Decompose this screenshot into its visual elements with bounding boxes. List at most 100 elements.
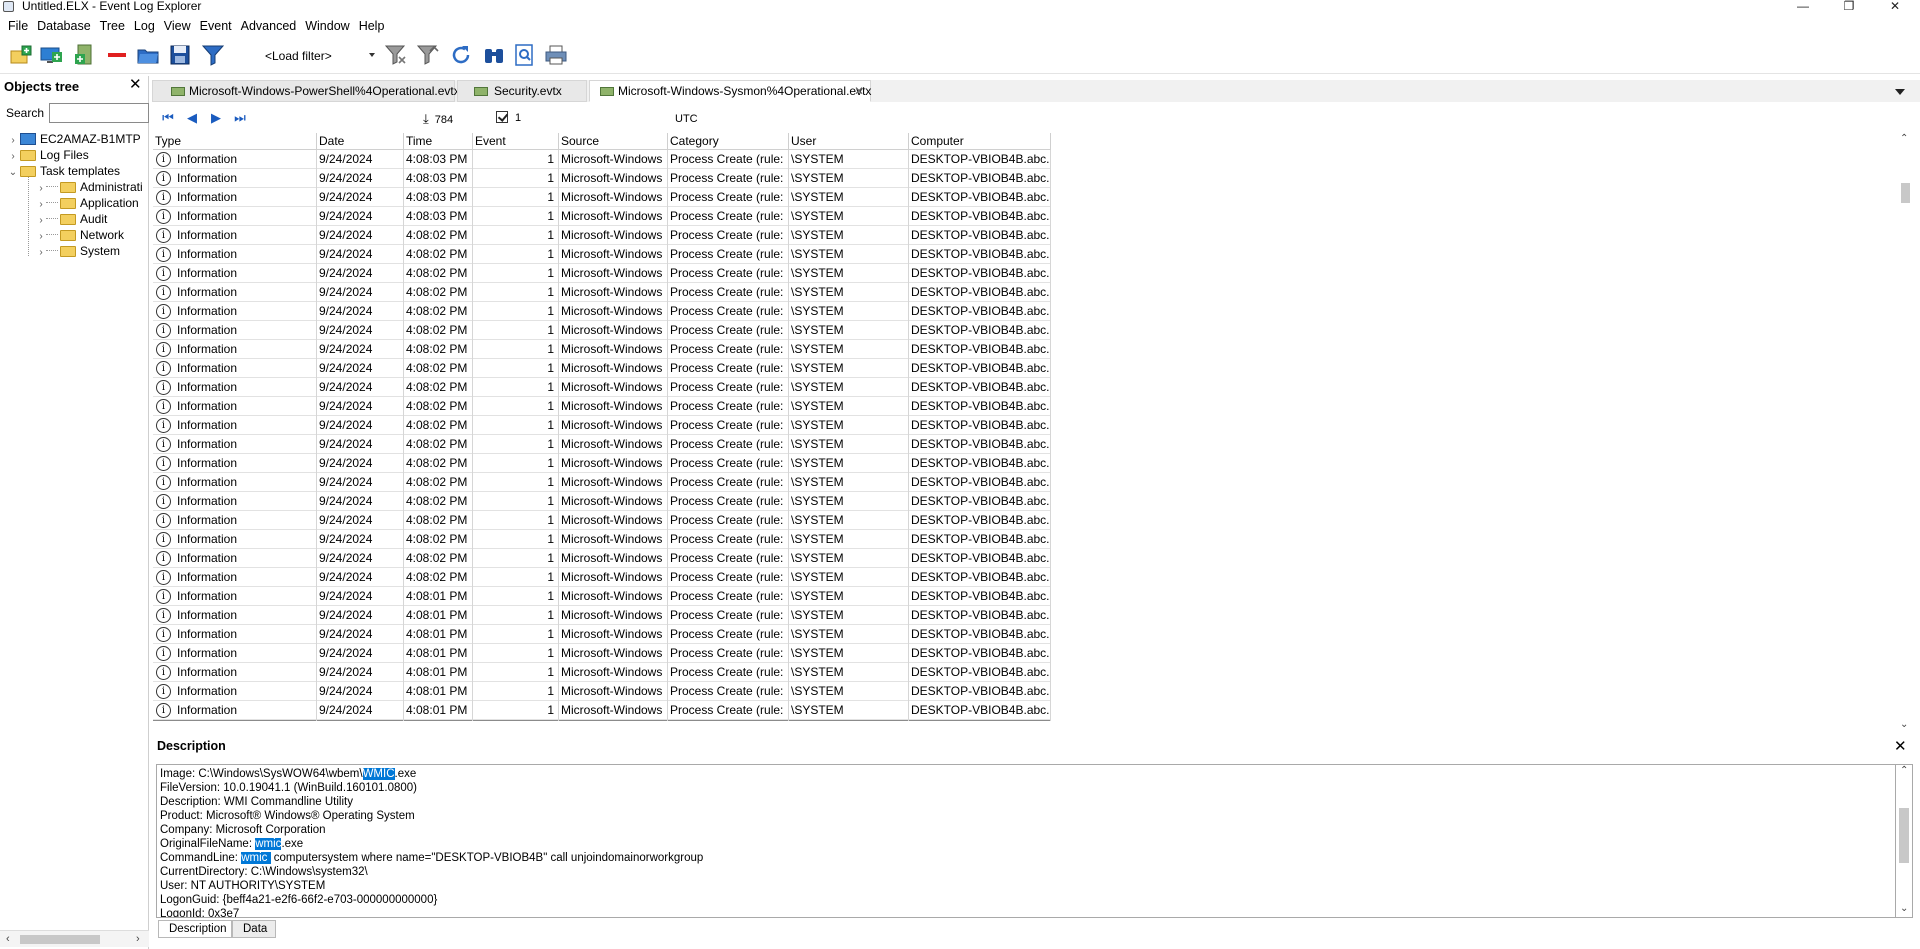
description-text-area[interactable]: Image: C:\Windows\SysWOW64\wbem\WMIC.exe… [156,764,1896,918]
table-row[interactable]: i Information 9/24/2024 4:08:01 PM 1 Microsof… [153,682,1051,701]
grid-vertical-scrollbar[interactable]: ⌃ ⌄ [1897,133,1913,734]
table-row-selected[interactable]: iInformation9/24/20244:08:01 PM1Microsof… [153,720,1051,721]
description-vertical-scrollbar[interactable]: ⌃ ⌄ [1896,764,1913,918]
column-header-computer[interactable]: Computer [909,133,1051,150]
add-computer-icon[interactable] [39,43,63,67]
table-row[interactable]: i Information 9/24/2024 4:08:03 PM 1 Microsof… [153,207,1051,226]
scroll-right-icon[interactable]: › [136,931,140,948]
table-row[interactable]: i Information 9/24/2024 4:08:02 PM 1 Microsof… [153,416,1051,435]
menu-event[interactable]: Event [196,16,237,36]
table-row[interactable]: i Information 9/24/2024 4:08:02 PM 1 Microsof… [153,492,1051,511]
scroll-thumb[interactable] [1901,183,1910,203]
scroll-thumb[interactable] [1899,808,1909,863]
table-row[interactable]: i Information 9/24/2024 4:08:02 PM 1 Microsof… [153,549,1051,568]
quick-filter-icon[interactable] [416,43,440,67]
tab-powershell-log[interactable]: Microsoft-Windows-PowerShell%4Operationa… [152,80,460,102]
tree-item-audit[interactable]: › Audit [36,211,149,227]
column-header-type[interactable]: Type [153,133,317,150]
expander-icon[interactable]: › [36,213,46,227]
table-row[interactable]: i Information 9/24/2024 4:08:02 PM 1 Microsof… [153,359,1051,378]
expander-icon[interactable]: › [8,133,18,147]
expander-icon[interactable]: › [36,197,46,211]
checkbox-icon[interactable] [496,111,508,123]
expander-icon[interactable]: › [36,229,46,243]
table-row[interactable]: i Information 9/24/2024 4:08:02 PM 1 Microsof… [153,473,1051,492]
menu-tree[interactable]: Tree [96,16,130,36]
menu-window[interactable]: Window [301,16,354,36]
maximize-button[interactable]: ❐ [1829,0,1869,14]
expander-icon[interactable]: › [8,149,18,163]
table-row[interactable]: i Information 9/24/2024 4:08:01 PM 1 Microsof… [153,587,1051,606]
last-event-button[interactable]: ⏭ [231,110,249,126]
menu-help[interactable]: Help [355,16,390,36]
scroll-down-icon[interactable]: ⌄ [1900,719,1908,730]
tab-data[interactable]: Data [232,920,276,938]
tree-item-computer[interactable]: › EC2AMAZ-B1MTP [8,131,149,147]
close-objects-tree-icon[interactable]: ✕ [129,77,142,93]
tree-item-task-templates[interactable]: ⌄ Task templates [8,163,149,179]
tree-item-network[interactable]: › Network [36,227,149,243]
table-row[interactable]: i Information 9/24/2024 4:08:03 PM 1 Microsof… [153,169,1051,188]
add-log-icon[interactable] [72,43,96,67]
column-header-date[interactable]: Date [317,133,404,150]
table-row[interactable]: i Information 9/24/2024 4:08:02 PM 1 Microsof… [153,568,1051,587]
table-row[interactable]: i Information 9/24/2024 4:08:01 PM 1 Microsof… [153,606,1051,625]
column-header-user[interactable]: User [789,133,909,150]
table-row[interactable]: i Information 9/24/2024 4:08:03 PM 1 Microsof… [153,150,1051,169]
scroll-down-icon[interactable]: ⌄ [1900,903,1908,914]
save-icon[interactable] [168,43,192,67]
clear-filter-icon[interactable] [384,43,408,67]
scroll-up-icon[interactable]: ⌃ [1900,133,1908,144]
print-icon[interactable] [544,43,568,67]
table-row[interactable]: i Information 9/24/2024 4:08:02 PM 1 Microsof… [153,454,1051,473]
tree-horizontal-scrollbar[interactable]: ‹ › [0,930,149,947]
tree-item-system[interactable]: › System [36,243,149,259]
close-window-button[interactable]: ✕ [1875,0,1915,14]
table-row[interactable]: i Information 9/24/2024 4:08:01 PM 1 Microsof… [153,663,1051,682]
scroll-left-icon[interactable]: ‹ [6,931,10,948]
tab-list-menu-button[interactable] [1888,81,1912,101]
expander-icon[interactable]: ⌄ [8,165,18,179]
table-row[interactable]: i Information 9/24/2024 4:08:02 PM 1 Microsof… [153,397,1051,416]
table-row[interactable]: i Information 9/24/2024 4:08:03 PM 1 Microsof… [153,188,1051,207]
menu-log[interactable]: Log [130,16,160,36]
next-event-button[interactable]: ▶ [207,110,225,126]
menu-file[interactable]: File [4,16,33,36]
tree-item-administrative[interactable]: › Administrati [36,179,149,195]
tree-search-input[interactable] [49,103,149,123]
checked-count[interactable]: 1 [496,111,521,124]
table-row[interactable]: i Information 9/24/2024 4:08:02 PM 1 Microsof… [153,340,1051,359]
menu-view[interactable]: View [160,16,196,36]
table-row[interactable]: i Information 9/24/2024 4:08:02 PM 1 Microsof… [153,226,1051,245]
menu-advanced[interactable]: Advanced [237,16,302,36]
search-document-icon[interactable] [512,43,536,67]
column-header-category[interactable]: Category [668,133,789,150]
table-row[interactable]: i Information 9/24/2024 4:08:01 PM 1 Microsof… [153,644,1051,663]
expander-icon[interactable]: › [36,245,46,259]
table-row[interactable]: i Information 9/24/2024 4:08:02 PM 1 Microsof… [153,435,1051,454]
column-header-source[interactable]: Source [559,133,668,150]
previous-event-button[interactable]: ◀ [183,110,201,126]
scroll-up-icon[interactable]: ⌃ [1900,765,1908,776]
column-header-event[interactable]: Event [473,133,559,150]
remove-icon[interactable] [105,43,129,67]
scroll-thumb[interactable] [20,935,100,944]
table-row[interactable]: i Information 9/24/2024 4:08:02 PM 1 Microsof… [153,511,1051,530]
new-workspace-icon[interactable] [9,43,33,67]
minimize-button[interactable]: — [1783,0,1823,14]
table-row[interactable]: i Information 9/24/2024 4:08:02 PM 1 Microsof… [153,264,1051,283]
close-tab-icon[interactable]: ✕ [854,81,864,101]
table-row[interactable]: i Information 9/24/2024 4:08:01 PM 1 Microsof… [153,701,1051,720]
column-header-time[interactable]: Time [404,133,473,150]
table-row[interactable]: i Information 9/24/2024 4:08:02 PM 1 Microsof… [153,321,1051,340]
table-row[interactable]: i Information 9/24/2024 4:08:02 PM 1 Microsof… [153,530,1051,549]
table-row[interactable]: i Information 9/24/2024 4:08:02 PM 1 Microsof… [153,283,1051,302]
table-row[interactable]: i Information 9/24/2024 4:08:01 PM 1 Microsof… [153,625,1051,644]
table-row[interactable]: i Information 9/24/2024 4:08:02 PM 1 Microsof… [153,245,1051,264]
close-description-icon[interactable]: ✕ [1894,737,1907,755]
table-row[interactable]: i Information 9/24/2024 4:08:02 PM 1 Microsof… [153,378,1051,397]
tab-description[interactable]: Description [158,920,232,938]
open-folder-icon[interactable] [136,43,160,67]
tree-item-log-files[interactable]: › Log Files [8,147,149,163]
menu-database[interactable]: Database [33,16,96,36]
